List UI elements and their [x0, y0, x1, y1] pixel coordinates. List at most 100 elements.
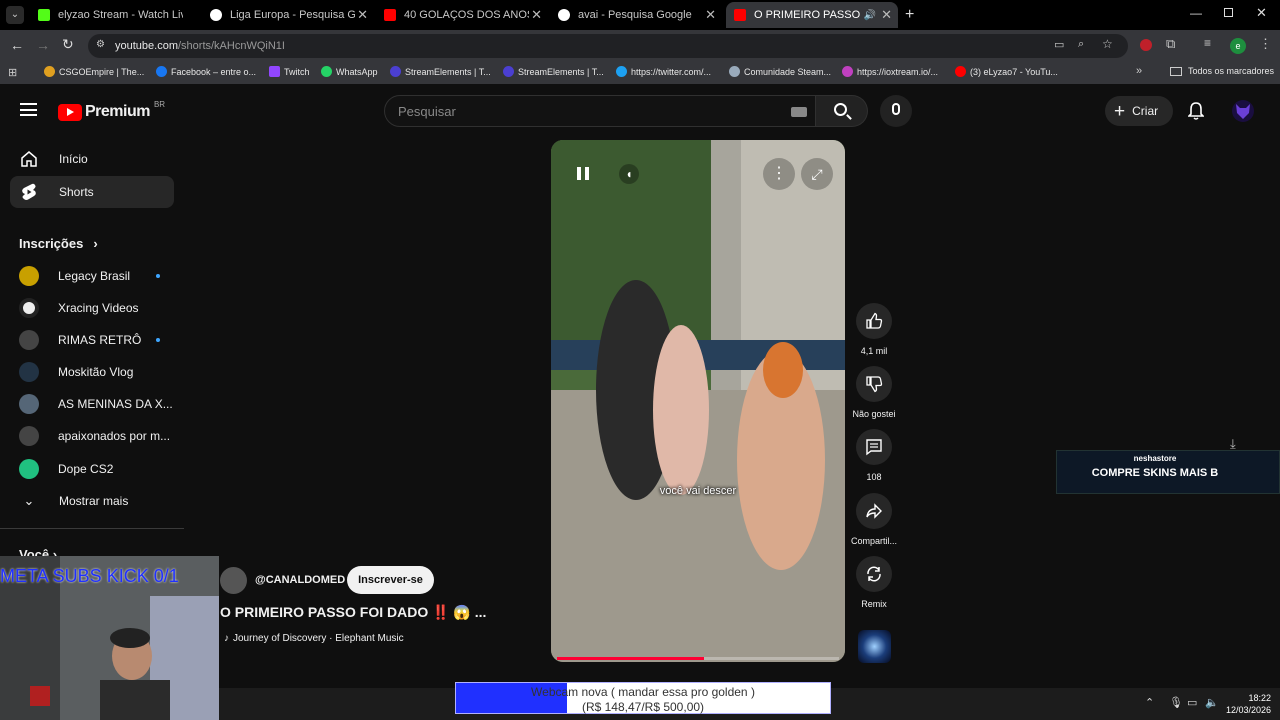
music-row[interactable]: ♪ Journey of Discovery · Elephant Music [224, 633, 404, 644]
address-bar[interactable]: ⚙ youtube.com/shorts/kAHcnWQiN1I ▭ ⌕ ☆ [88, 34, 1128, 58]
tab-youtube-shorts[interactable]: O PRIMEIRO PASSO FOI DA 🔊 ✕ [726, 2, 898, 28]
site-info-icon[interactable]: ⚙ [96, 39, 105, 50]
browser-menu-icon[interactable]: ⋮ [1259, 36, 1272, 52]
twitch-icon [269, 66, 280, 77]
shorts-icon [19, 182, 39, 202]
sidebar-item-home[interactable]: Início [10, 143, 174, 175]
bookmark-twitter[interactable]: https://twitter.com/... [616, 66, 711, 77]
forward-icon[interactable]: → [36, 37, 50, 53]
comments-button[interactable] [856, 429, 892, 465]
shorts-video-player[interactable]: ◖ ⋮ ⤢ você vai descer [551, 140, 845, 662]
extension-icon[interactable] [1140, 39, 1152, 51]
plus-icon: + [1114, 100, 1126, 122]
bookmark-ioxtream[interactable]: https://ioxtream.io/... [842, 66, 938, 77]
channel-avatar [19, 394, 39, 414]
close-tab-icon[interactable]: ✕ [705, 7, 716, 23]
microphone-tray-icon[interactable]: 🎙 [1169, 696, 1183, 709]
hamburger-menu-icon[interactable] [20, 103, 37, 116]
back-icon[interactable]: ← [10, 37, 24, 53]
more-bookmarks-icon[interactable]: » [1136, 65, 1142, 77]
tab-golacos[interactable]: 40 GOLAÇOS DOS ANOS 2000 ✕ [376, 2, 548, 28]
extensions-puzzle-icon[interactable]: ⧉ [1166, 36, 1175, 52]
bookmark-whatsapp[interactable]: WhatsApp [321, 66, 378, 77]
apps-icon[interactable]: ⊞ [8, 66, 17, 79]
sidebar-show-more[interactable]: ⌄ Mostrar mais [10, 485, 174, 517]
ad-banner[interactable]: neshastore COMPRE SKINS MAIS B [1056, 450, 1280, 494]
new-content-dot [156, 338, 160, 342]
like-button[interactable] [856, 303, 892, 339]
bookmark-star-icon[interactable]: ☆ [1102, 37, 1113, 51]
volume-icon[interactable]: ◖ [619, 164, 639, 184]
bookmark-streamelements-2[interactable]: StreamElements | T... [503, 66, 604, 77]
clock-time[interactable]: 18:22 [1229, 693, 1271, 703]
sidebar-item-shorts[interactable]: Shorts [10, 176, 174, 208]
subscriptions-header[interactable]: Inscrições › [19, 236, 98, 251]
notifications-bell-icon[interactable] [1187, 102, 1205, 120]
youtube-icon [384, 9, 396, 21]
more-options-icon[interactable]: ⋮ [763, 158, 795, 190]
audio-playing-icon[interactable]: 🔊 [864, 10, 876, 21]
chevron-down-icon: ⌄ [23, 493, 35, 508]
restore-icon[interactable] [1224, 8, 1233, 17]
channel-handle[interactable]: @CANALDOMED [255, 574, 345, 586]
sidebar-sub-meninas[interactable]: AS MENINAS DA X... [10, 388, 174, 420]
zoom-icon[interactable]: ⌕ [1078, 38, 1084, 51]
share-button[interactable] [856, 493, 892, 529]
tab-avai[interactable]: avai - Pesquisa Google ✕ [550, 2, 722, 28]
channel-avatar [19, 266, 39, 286]
search-input[interactable]: Pesquisar [384, 95, 816, 127]
close-window-icon[interactable]: ✕ [1256, 5, 1267, 21]
bookmark-twitch[interactable]: Twitch [269, 66, 310, 77]
profile-avatar[interactable]: e [1230, 38, 1246, 54]
bookmark-youtube-channel[interactable]: (3) eLyzao7 - YouTu... [955, 66, 1058, 77]
bookmark-streamelements-1[interactable]: StreamElements | T... [390, 66, 491, 77]
download-icon[interactable]: ⤓ [1230, 436, 1236, 452]
sidebar-sub-dope-cs2[interactable]: Dope CS2 [10, 453, 174, 485]
youtube-premium-logo[interactable]: Premium BR [58, 100, 165, 121]
voice-search-button[interactable] [880, 95, 912, 127]
keyboard-icon[interactable] [791, 107, 807, 117]
sidebar-sub-moskitao[interactable]: Moskitão Vlog [10, 356, 174, 388]
sidebar-divider [0, 528, 184, 529]
account-avatar[interactable] [1232, 100, 1254, 122]
url-host: youtube.com [115, 40, 178, 52]
all-bookmarks-folder[interactable]: Todos os marcadores [1170, 66, 1274, 76]
google-icon [210, 9, 222, 21]
create-button[interactable]: + Criar [1105, 96, 1173, 126]
video-progress-track[interactable] [557, 657, 839, 660]
tab-kick[interactable]: elyzao Stream - Watch Live on K [30, 2, 200, 28]
speaker-icon[interactable]: 🔈 [1205, 696, 1219, 709]
close-tab-icon[interactable]: ✕ [531, 7, 542, 23]
bookmark-csgoempire[interactable]: CSGOEmpire | The... [44, 66, 144, 77]
ad-brand: neshastore [1133, 454, 1177, 463]
media-control-icon[interactable]: ≡ [1204, 36, 1211, 50]
short-title[interactable]: O PRIMEIRO PASSO FOI DADO ‼️ 😱 ... [220, 604, 486, 621]
dislike-button[interactable] [856, 366, 892, 402]
subscribe-button[interactable]: Inscrever-se [347, 566, 434, 594]
like-count: 4,1 mil [860, 346, 888, 356]
close-tab-icon[interactable]: ✕ [881, 7, 892, 23]
bookmark-steam[interactable]: Comunidade Steam... [729, 66, 831, 77]
reload-icon[interactable]: ↻ [62, 36, 74, 53]
sidebar-sub-legacy-brasil[interactable]: Legacy Brasil [10, 260, 174, 292]
network-icon[interactable]: ▭ [1187, 696, 1197, 709]
minimize-icon[interactable]: — [1190, 6, 1202, 20]
webcam-overlay: META SUBS KICK 0/1 [0, 556, 219, 720]
pause-icon[interactable] [577, 167, 589, 180]
tray-chevron-icon[interactable]: ⌃ [1145, 696, 1154, 709]
tab-liga-europa[interactable]: Liga Europa - Pesquisa Google ✕ [202, 2, 374, 28]
sidebar-sub-xracing[interactable]: Xracing Videos [10, 292, 174, 324]
remix-button[interactable] [856, 556, 892, 592]
google-icon [558, 9, 570, 21]
channel-avatar[interactable] [220, 567, 247, 594]
cast-icon[interactable]: ▭ [1054, 38, 1064, 51]
sound-thumbnail[interactable] [858, 630, 891, 663]
close-tab-icon[interactable]: ✕ [357, 7, 368, 23]
tab-search-button[interactable]: ⌄ [6, 6, 24, 24]
new-tab-icon[interactable]: + [905, 6, 914, 24]
sidebar-sub-apaixonados[interactable]: apaixonados por m... [10, 420, 174, 452]
search-button[interactable] [816, 95, 868, 127]
sidebar-sub-rimas-retro[interactable]: RIMAS RETRÔ [10, 324, 174, 356]
bookmark-facebook[interactable]: Facebook – entre o... [156, 66, 256, 77]
fullscreen-icon[interactable]: ⤢ [801, 158, 833, 190]
